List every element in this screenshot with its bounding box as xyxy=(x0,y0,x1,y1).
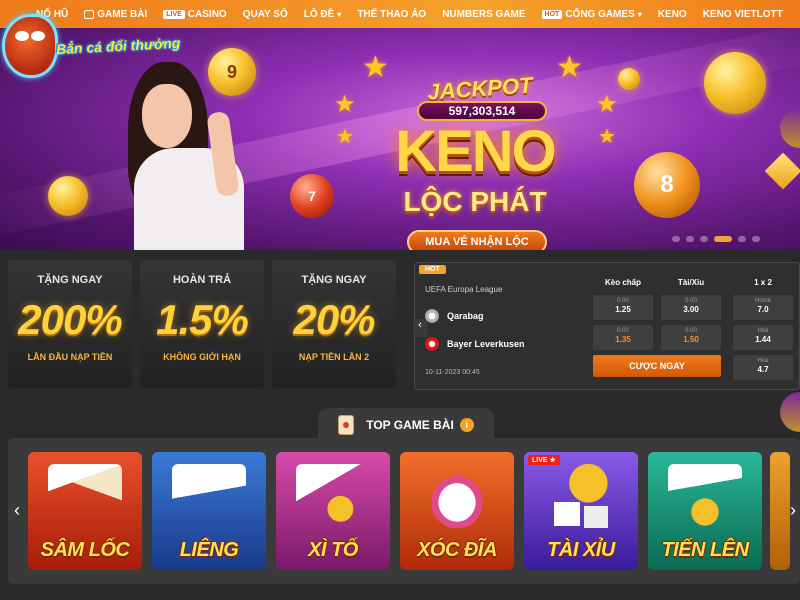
carousel-dot[interactable] xyxy=(672,236,680,242)
team-crest-icon xyxy=(425,337,439,351)
gold-coin xyxy=(618,68,640,90)
cards-fan-icon xyxy=(296,464,370,528)
page: NỔ HŨ GAME BÀI LIVE CASINO QUAY SỐ LÔ ĐỀ ▾… xyxy=(0,0,800,600)
cards-fan-icon xyxy=(48,464,122,528)
away-team-name: Bayer Leverkusen xyxy=(447,339,525,349)
league-name: UEFA Europa League xyxy=(425,285,503,294)
home-team: Qarabag xyxy=(425,309,484,323)
game-card-sam-loc[interactable]: SÂM LỐC xyxy=(28,452,142,570)
away-team: Bayer Leverkusen xyxy=(425,337,525,351)
promo-card-second-deposit[interactable]: Tặng ngay 20% Nạp tiền lần 2 xyxy=(272,260,396,388)
game-card-xi-to[interactable]: XÌ TỐ xyxy=(276,452,390,570)
gold-coin xyxy=(48,176,88,216)
odd-1x2-away[interactable]: Hòa 4.7 xyxy=(733,355,793,380)
dice-bowl-icon xyxy=(420,464,494,528)
promo-card-first-deposit[interactable]: Tặng ngay 200% Lần đầu nạp tiền xyxy=(8,260,132,388)
nav-item-cong-games[interactable]: HOT CỔNG GAMES ▾ xyxy=(541,8,642,20)
carousel-dots xyxy=(666,236,760,242)
carousel-dot[interactable] xyxy=(752,236,760,242)
carousel-dot[interactable] xyxy=(686,236,694,242)
side-floating-badge[interactable] xyxy=(780,392,800,432)
home-team-name: Qarabag xyxy=(447,311,484,321)
promo-title: Tặng ngay xyxy=(37,274,103,286)
odd-handicap-home[interactable]: 0.00 1.25 xyxy=(593,295,653,320)
game-card-lieng[interactable]: LIÊNG xyxy=(152,452,266,570)
promo-value: 1.5% xyxy=(156,296,249,343)
promo-subtitle: Không giới hạn xyxy=(163,352,241,362)
nav-item-lo-de[interactable]: LÔ ĐỀ ▾ xyxy=(304,9,342,20)
game-name: XÓC ĐĨA xyxy=(417,539,497,561)
odd-handicap-away[interactable]: 0.00 1.35 xyxy=(593,325,653,350)
logo-text: Bắn cá đổi thưởng xyxy=(55,34,181,58)
nav-label: KENO VIETLOTT xyxy=(702,8,783,20)
nav-label: LÔ ĐỀ xyxy=(303,8,335,20)
game-card-tai-xiu[interactable]: LIVE ★ TÀI XỈU xyxy=(524,452,638,570)
carousel-dot[interactable] xyxy=(700,236,708,242)
chevron-down-icon: ▾ xyxy=(637,9,642,19)
promo-title: Hoàn trả xyxy=(172,274,232,286)
diamond-decor xyxy=(764,152,800,190)
fish-mascot-icon xyxy=(2,14,58,78)
game-card-xoc-dia[interactable]: XÓC ĐĨA xyxy=(400,452,514,570)
nav-label: NUMBERS GAME xyxy=(442,8,526,20)
section-header-top-game-bai: TOP GAME BÀI i xyxy=(318,408,494,442)
info-icon[interactable]: i xyxy=(459,418,474,432)
promo-value: 20% xyxy=(293,296,375,343)
site-logo[interactable]: Bắn cá đổi thưởng xyxy=(2,10,232,82)
promo-value: 200% xyxy=(18,296,122,343)
game-name: TÀI XỈU xyxy=(547,539,615,561)
lottery-ball: 8 xyxy=(634,152,700,218)
side-floating-badge[interactable] xyxy=(780,108,800,148)
lottery-ball: 7 xyxy=(290,174,334,218)
keno-promo-graphic: JACKPOT 597,303,514 KENO LỘC PHÁT MUA VÉ… xyxy=(345,72,605,250)
nav-item-numbers-game[interactable]: NUMBERS GAME xyxy=(442,9,525,20)
odd-total-over[interactable]: 0.00 3.00 xyxy=(661,295,721,320)
col-header-handicap: Kèo chấp xyxy=(604,278,641,287)
nav-label: THỂ THAO ẢO xyxy=(357,8,427,20)
game-name: LIÊNG xyxy=(179,539,239,561)
odd-total-under[interactable]: 0.00 1.50 xyxy=(661,325,721,350)
game-name: XÌ TỐ xyxy=(308,539,358,561)
banner-title: KENO xyxy=(395,119,557,184)
banner-cta-button[interactable]: MUA VÉ NHẬN LỘC xyxy=(407,230,547,250)
promo-title: Tặng ngay xyxy=(301,274,367,286)
team-crest-icon xyxy=(425,309,439,323)
gold-coin xyxy=(704,52,766,114)
hot-badge: HOT xyxy=(541,9,563,19)
hot-tag: HOT xyxy=(419,265,446,274)
nav-label: KENO xyxy=(657,8,687,20)
cards-fan-icon xyxy=(668,464,742,528)
match-odds-panel: HOT UEFA Europa League ‹ Qarabag Bayer L… xyxy=(413,262,800,390)
chevron-down-icon: ▾ xyxy=(337,9,342,19)
odd-1x2-home[interactable]: Home 7.0 xyxy=(733,295,793,320)
game-card-partial[interactable] xyxy=(770,452,790,570)
match-datetime: 10-11-2023 00:45 xyxy=(425,369,480,376)
nav-item-the-thao-ao[interactable]: THỂ THAO ẢO xyxy=(357,9,426,20)
game-name: SÂM LỐC xyxy=(40,539,130,561)
odd-1x2-draw[interactable]: Hòa 1.44 xyxy=(733,325,793,350)
nav-item-keno[interactable]: KENO xyxy=(658,9,687,20)
bet-now-button[interactable]: CƯỢC NGAY xyxy=(593,355,721,377)
nav-label: QUAY SỐ xyxy=(242,8,288,20)
section-title: TOP GAME BÀI xyxy=(366,418,454,432)
promo-subtitle: Nạp tiền lần 2 xyxy=(298,352,370,362)
nav-label: CỔNG GAMES xyxy=(565,8,635,20)
playing-card-icon xyxy=(338,415,355,435)
nav-item-quay-so[interactable]: QUAY SỐ xyxy=(243,9,288,20)
col-header-1x2: 1 x 2 xyxy=(754,278,772,287)
col-header-total: Tài/Xỉu xyxy=(677,278,705,287)
carousel-dot[interactable] xyxy=(738,236,746,242)
nav-item-keno-vietlott[interactable]: KENO VIETLOTT xyxy=(703,9,783,20)
chevron-left-icon[interactable]: ‹ xyxy=(10,500,24,521)
promo-subtitle: Lần đầu nạp tiền xyxy=(27,352,113,362)
cards-fan-icon xyxy=(172,464,246,528)
promo-card-cashback[interactable]: Hoàn trả 1.5% Không giới hạn xyxy=(140,260,264,388)
banner-subtitle: LỘC PHÁT xyxy=(403,186,547,217)
dice-icon xyxy=(544,464,618,528)
game-name: TIẾN LÊN xyxy=(661,539,749,561)
game-card-tien-len[interactable]: TIẾN LÊN xyxy=(648,452,762,570)
carousel-dot-active[interactable] xyxy=(714,236,732,242)
